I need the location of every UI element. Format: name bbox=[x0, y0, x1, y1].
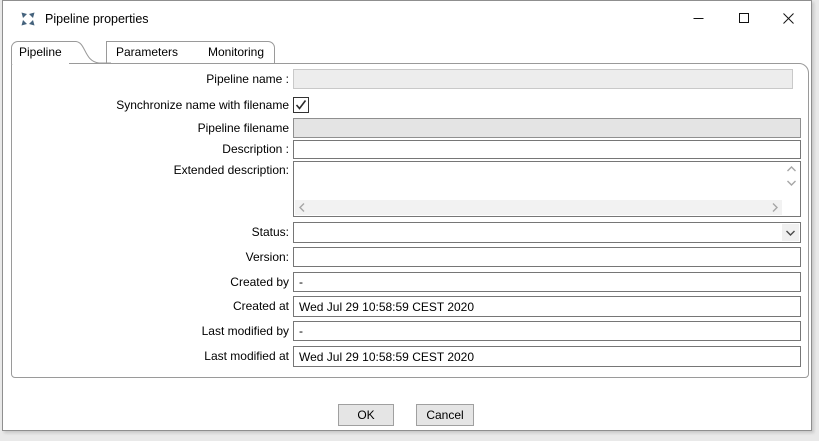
extended-description-label: Extended description: bbox=[9, 163, 289, 177]
pipeline-name-label: Pipeline name : bbox=[9, 69, 289, 89]
tab-monitoring-label: Monitoring bbox=[208, 45, 264, 59]
minimize-button[interactable] bbox=[676, 1, 721, 35]
last-modified-at-field[interactable] bbox=[293, 346, 801, 367]
tab-parameters[interactable]: Parameters bbox=[106, 41, 200, 63]
scroll-left-icon bbox=[299, 203, 305, 212]
hop-pinwheel-icon bbox=[20, 11, 36, 27]
description-label: Description : bbox=[9, 140, 289, 159]
sync-checkbox[interactable] bbox=[293, 97, 309, 113]
tab-parameters-label: Parameters bbox=[116, 45, 178, 59]
pipeline-properties-dialog: Pipeline properties Pipeline Parameters … bbox=[2, 0, 812, 431]
created-by-field[interactable] bbox=[293, 272, 801, 292]
last-modified-by-label: Last modified by bbox=[9, 321, 289, 341]
status-dropdown[interactable] bbox=[293, 222, 801, 243]
screen: Pipeline properties Pipeline Parameters … bbox=[0, 0, 819, 441]
cancel-button[interactable]: Cancel bbox=[416, 404, 474, 426]
scroll-down-icon bbox=[787, 180, 796, 186]
version-label: Version: bbox=[9, 247, 289, 267]
status-label: Status: bbox=[9, 222, 289, 243]
tab-pipeline-swoosh bbox=[69, 41, 111, 64]
tab-pipeline[interactable]: Pipeline bbox=[11, 41, 70, 64]
close-button[interactable] bbox=[766, 1, 811, 35]
pipeline-filename-label: Pipeline filename bbox=[9, 118, 289, 138]
extended-description-field[interactable] bbox=[293, 161, 801, 217]
checkmark-icon bbox=[295, 99, 307, 111]
titlebar[interactable]: Pipeline properties bbox=[3, 1, 811, 37]
created-by-label: Created by bbox=[9, 272, 289, 292]
tab-pipeline-label: Pipeline bbox=[19, 45, 62, 59]
chevron-down-icon bbox=[786, 230, 795, 236]
version-field[interactable] bbox=[293, 247, 801, 267]
status-dropdown-button[interactable] bbox=[782, 224, 799, 241]
horizontal-scrollbar[interactable] bbox=[295, 200, 782, 215]
description-field[interactable] bbox=[293, 140, 801, 159]
vertical-scrollbar[interactable] bbox=[783, 163, 799, 201]
pipeline-name-field bbox=[293, 69, 793, 89]
scroll-right-icon bbox=[772, 203, 778, 212]
maximize-icon bbox=[739, 13, 749, 23]
scroll-up-icon bbox=[787, 166, 796, 172]
last-modified-by-field[interactable] bbox=[293, 321, 801, 341]
created-at-field[interactable] bbox=[293, 296, 801, 317]
pipeline-filename-field bbox=[293, 118, 801, 138]
ok-button[interactable]: OK bbox=[338, 404, 394, 426]
tab-monitoring[interactable]: Monitoring bbox=[199, 41, 275, 63]
sync-name-label: Synchronize name with filename bbox=[9, 97, 289, 113]
close-icon bbox=[783, 13, 794, 24]
maximize-button[interactable] bbox=[721, 1, 766, 35]
created-at-label: Created at bbox=[9, 296, 289, 317]
minimize-icon bbox=[693, 13, 704, 24]
window-title: Pipeline properties bbox=[45, 1, 149, 37]
last-modified-at-label: Last modified at bbox=[9, 346, 289, 367]
